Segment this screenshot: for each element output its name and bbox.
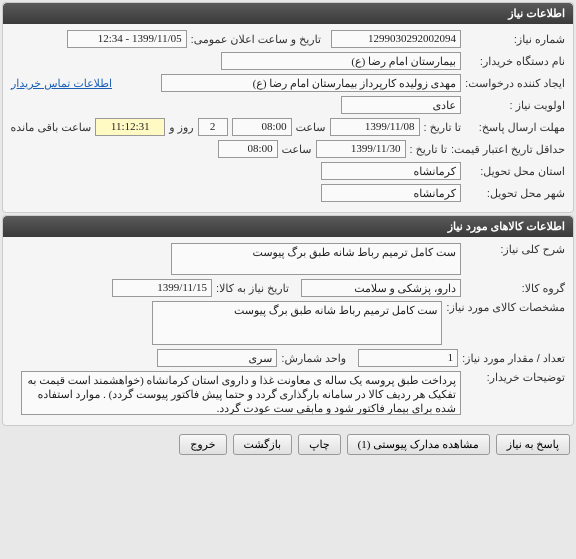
print-button[interactable]: چاپ xyxy=(298,434,341,455)
spec-field xyxy=(152,301,442,345)
group-field xyxy=(301,279,461,297)
goods-info-panel: اطلاعات کالاهای مورد نیاز شرح کلی نیاز: … xyxy=(2,215,574,426)
qty-field xyxy=(358,349,458,367)
pub-dt-field xyxy=(67,30,187,48)
min-valid-time-label: ساعت xyxy=(282,143,312,156)
unit-field xyxy=(157,349,277,367)
creator-label: ایجاد کننده درخواست: xyxy=(465,77,565,90)
deadline-time-label: ساعت xyxy=(296,121,326,134)
desc-field xyxy=(171,243,461,275)
need-no-label: شماره نیاز: xyxy=(465,33,565,46)
exit-button[interactable]: خروج xyxy=(179,434,226,455)
pub-dt-label: تاریخ و ساعت اعلان عمومی: xyxy=(191,33,321,46)
goods-info-title: اطلاعات کالاهای مورد نیاز xyxy=(448,221,565,233)
contact-link[interactable]: اطلاعات تماس خریدار xyxy=(11,77,112,90)
deadline-label: مهلت ارسال پاسخ: xyxy=(465,121,565,134)
attachments-button[interactable]: مشاهده مدارک پیوستی (1) xyxy=(347,434,490,455)
goods-date-label: تاریخ نیاز به کالا: xyxy=(216,282,289,295)
goods-info-body: شرح کلی نیاز: گروه کالا: تاریخ نیاز به ک… xyxy=(3,237,573,425)
min-valid-label: حداقل تاریخ اعتبار قیمت: xyxy=(451,143,565,156)
min-valid-date-field xyxy=(316,140,406,158)
org-label: نام دستگاه خریدار: xyxy=(465,55,565,68)
creator-field xyxy=(161,74,461,92)
notes-field xyxy=(21,371,461,415)
need-info-panel: اطلاعات نیاز شماره نیاز: تاریخ و ساعت اع… xyxy=(2,2,574,213)
priority-label: اولویت نیاز : xyxy=(465,99,565,112)
to-date-label: تا تاریخ : xyxy=(424,121,461,134)
province-field xyxy=(321,162,461,180)
time-remain-label: ساعت باقی مانده xyxy=(11,121,92,134)
need-info-body: شماره نیاز: تاریخ و ساعت اعلان عمومی: نا… xyxy=(3,24,573,212)
spec-label: مشخصات کالای مورد نیاز: xyxy=(446,301,565,314)
notes-label: توضیحات خریدار: xyxy=(465,371,565,384)
time-remain-field xyxy=(95,118,165,136)
group-label: گروه کالا: xyxy=(465,282,565,295)
button-bar: پاسخ به نیاز مشاهده مدارک پیوستی (1) چاپ… xyxy=(0,428,576,461)
respond-button[interactable]: پاسخ به نیاز xyxy=(496,434,570,455)
min-valid-to-label: تا تاریخ : xyxy=(410,143,447,156)
need-info-title: اطلاعات نیاز xyxy=(508,8,565,20)
days-remain-label: روز و xyxy=(169,121,193,134)
days-remain-field xyxy=(198,118,228,136)
city-field xyxy=(321,184,461,202)
min-valid-time-field xyxy=(218,140,278,158)
need-info-header: اطلاعات نیاز xyxy=(3,3,573,24)
org-field xyxy=(221,52,461,70)
province-label: استان محل تحویل: xyxy=(465,165,565,178)
city-label: شهر محل تحویل: xyxy=(465,187,565,200)
goods-date-field xyxy=(112,279,212,297)
priority-field xyxy=(341,96,461,114)
need-no-field xyxy=(331,30,461,48)
back-button[interactable]: بازگشت xyxy=(233,434,293,455)
deadline-date-field xyxy=(330,118,420,136)
qty-label: تعداد / مقدار مورد نیاز: xyxy=(462,352,565,365)
goods-info-header: اطلاعات کالاهای مورد نیاز xyxy=(3,216,573,237)
desc-label: شرح کلی نیاز: xyxy=(465,243,565,256)
unit-label: واحد شمارش: xyxy=(281,352,346,365)
deadline-time-field xyxy=(232,118,292,136)
